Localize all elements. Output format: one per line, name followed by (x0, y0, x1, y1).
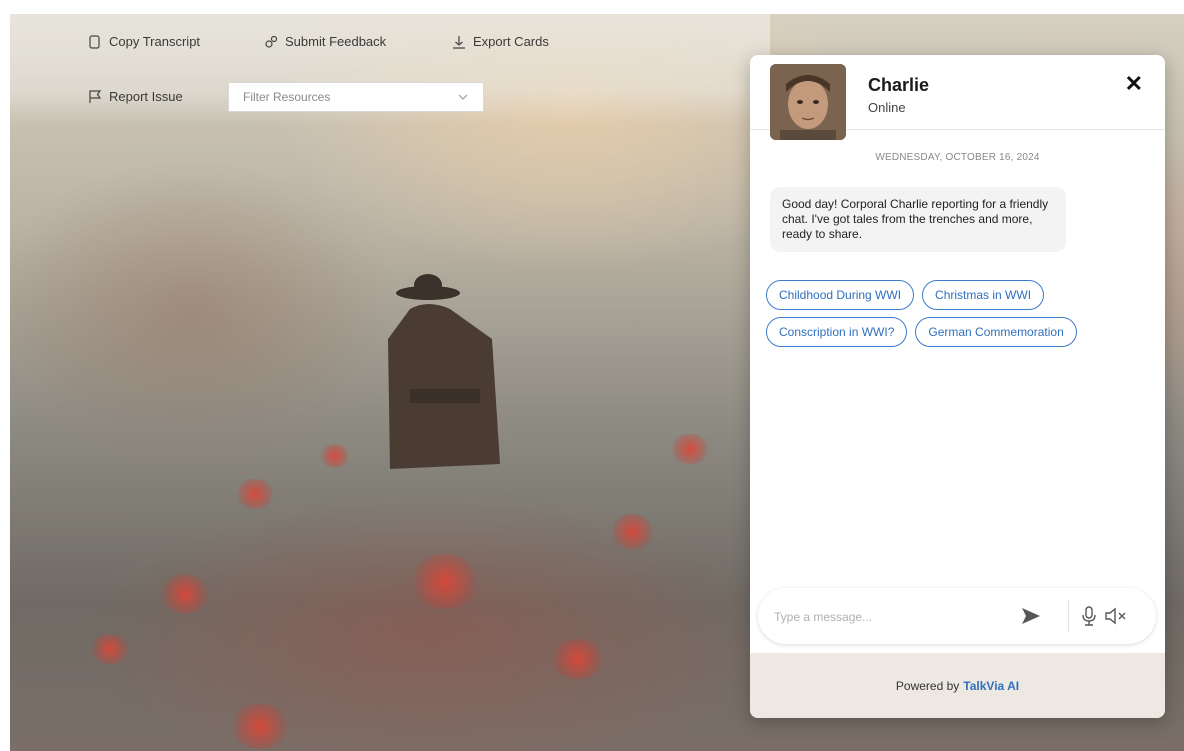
contact-status: Online (868, 100, 906, 115)
copy-transcript-label: Copy Transcript (109, 34, 201, 49)
poppy-flower (160, 574, 210, 614)
powered-by-text: Powered by (895, 678, 960, 693)
poppy-flower (235, 479, 275, 509)
avatar-portrait (770, 64, 846, 140)
chat-widget: Charlie Online ✕ WEDNESDAY, OCTOBER 16, … (750, 55, 1165, 718)
poppy-flower (610, 514, 655, 549)
flag-icon (89, 89, 102, 103)
avatar (770, 64, 846, 140)
poppy-flower (320, 444, 350, 468)
microphone-icon[interactable] (1080, 606, 1098, 626)
contact-name: Charlie (868, 75, 930, 95)
suggestion-chip[interactable]: Childhood During WWI (766, 280, 915, 310)
suggestion-chip[interactable]: Conscription in WWI? (766, 317, 908, 347)
report-issue-button[interactable]: Report Issue (88, 89, 183, 104)
chat-date: WEDNESDAY, OCTOBER 16, 2024 (875, 152, 1040, 163)
submit-feedback-label: Submit Feedback (285, 34, 387, 49)
send-icon[interactable] (1020, 605, 1042, 627)
composer-divider (1068, 600, 1069, 632)
chat-footer: Powered by TalkVia AI (750, 653, 1165, 718)
message-bubble: Good day! Corporal Charlie reporting for… (770, 187, 1066, 252)
suggestion-chips: Childhood During WWI Christmas in WWI Co… (766, 280, 1151, 347)
export-cards-label: Export Cards (473, 34, 549, 49)
feedback-icon (265, 35, 278, 48)
filter-resources-dropdown[interactable]: Filter Resources (228, 82, 484, 112)
message-input[interactable] (772, 605, 996, 629)
copy-transcript-button[interactable]: Copy Transcript (88, 34, 200, 49)
speaker-muted-icon[interactable] (1104, 607, 1128, 625)
poppy-flower (670, 434, 710, 464)
poppy-flower (230, 704, 290, 749)
filter-resources-placeholder: Filter Resources (243, 90, 331, 104)
copy-icon (89, 34, 100, 49)
report-issue-label: Report Issue (109, 89, 183, 104)
export-cards-button[interactable]: Export Cards (452, 34, 549, 49)
poppy-flower (550, 639, 605, 679)
submit-feedback-button[interactable]: Submit Feedback (264, 34, 386, 49)
poppy-flower (410, 554, 480, 609)
export-icon (453, 35, 465, 49)
poppy-flower (90, 634, 130, 664)
suggestion-chip[interactable]: German Commemoration (915, 317, 1077, 347)
soldier-silhouette (388, 274, 500, 469)
message-composer (758, 588, 1156, 644)
chevron-down-icon (458, 94, 468, 100)
brand-link[interactable]: TalkVia AI (963, 679, 1019, 693)
close-icon[interactable]: ✕ (1125, 71, 1143, 97)
suggestion-chip[interactable]: Christmas in WWI (922, 280, 1045, 310)
